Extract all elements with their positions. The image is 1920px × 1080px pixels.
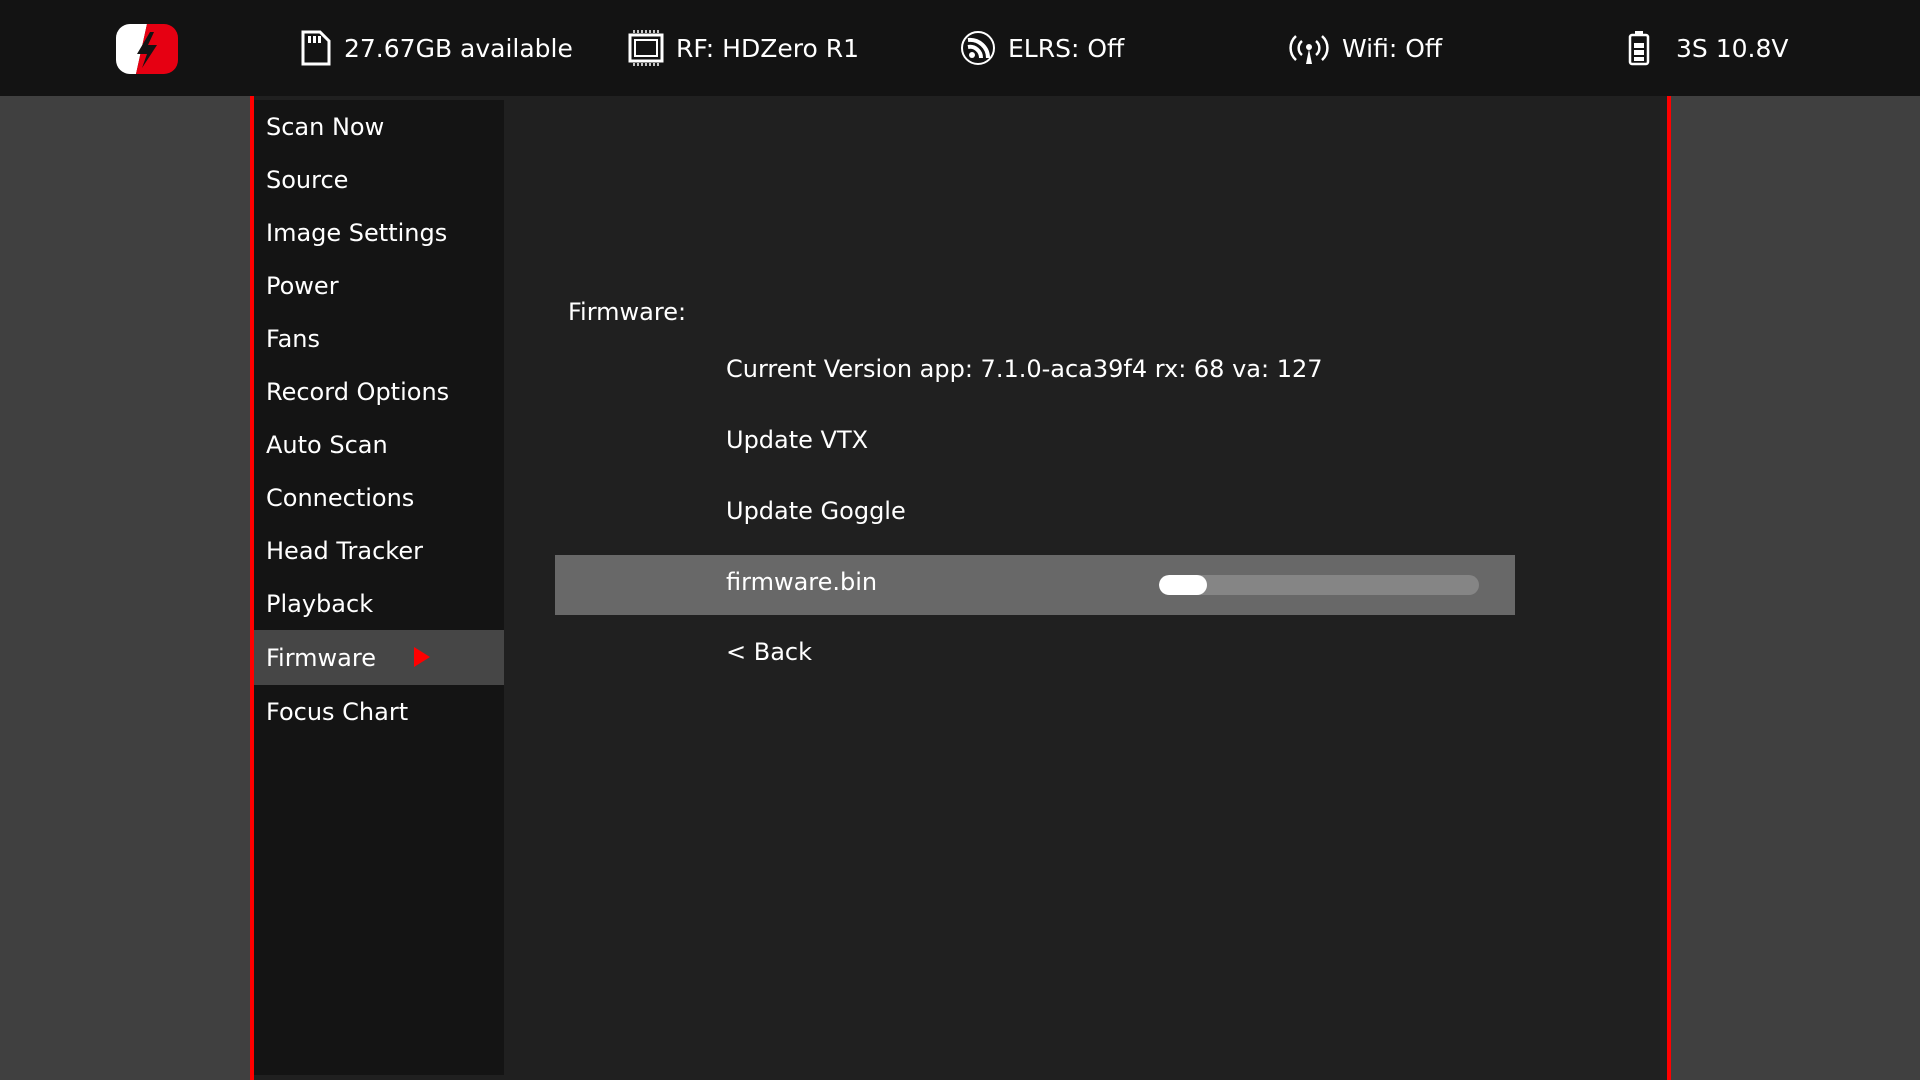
hdzero-logo (116, 24, 178, 74)
rf-status: RF: HDZero R1 (628, 28, 859, 68)
elrs-text: ELRS: Off (1008, 33, 1125, 63)
elrs-icon (961, 31, 995, 65)
sidebar-item-label: Focus Chart (266, 697, 409, 726)
storage-text: 27.67GB available (344, 33, 573, 63)
sidebar-item-source[interactable]: Source (254, 153, 504, 206)
wifi-status: Wifi: Off (1288, 28, 1442, 68)
sidebar-item-label: Scan Now (266, 112, 385, 141)
sidebar-item-label: Auto Scan (266, 430, 388, 459)
sidebar-item-playback[interactable]: Playback (254, 577, 504, 630)
chip-icon (628, 30, 664, 66)
back-button[interactable]: < Back (726, 632, 812, 672)
sidebar-item-label: Image Settings (266, 218, 448, 247)
sidebar-menu: Scan Now Source Image Settings Power Fan… (254, 100, 504, 1075)
sidebar-item-scan-now[interactable]: Scan Now (254, 100, 504, 153)
sd-card-icon (301, 30, 331, 66)
sidebar-item-record-options[interactable]: Record Options (254, 365, 504, 418)
sidebar-item-label: Connections (266, 483, 415, 512)
sidebar-item-label: Fans (266, 324, 321, 353)
battery-status: 3S 10.8V (1628, 28, 1789, 68)
sidebar-item-label: Power (266, 271, 339, 300)
firmware-progress-bar (1159, 575, 1479, 595)
firmware-file-name: firmware.bin (726, 568, 878, 596)
update-vtx-button[interactable]: Update VTX (726, 420, 868, 460)
selected-arrow-icon (414, 647, 430, 667)
rf-text: RF: HDZero R1 (676, 33, 859, 63)
update-goggle-button[interactable]: Update Goggle (726, 491, 906, 531)
sidebar-item-image-settings[interactable]: Image Settings (254, 206, 504, 259)
battery-icon (1628, 31, 1650, 66)
right-border-accent (1667, 96, 1671, 1080)
current-version-text: Current Version app: 7.1.0-aca39f4 rx: 6… (726, 355, 1323, 383)
sidebar-item-label: Record Options (266, 377, 450, 406)
sidebar-item-focus-chart[interactable]: Focus Chart (254, 685, 504, 738)
storage-status: 27.67GB available (300, 28, 573, 68)
sidebar-item-fans[interactable]: Fans (254, 312, 504, 365)
status-bar: 27.67GB available RF: HDZero R1 ELRS: Of… (0, 0, 1920, 96)
firmware-progress-fill (1159, 575, 1207, 595)
sidebar-item-auto-scan[interactable]: Auto Scan (254, 418, 504, 471)
sidebar-item-label: Head Tracker (266, 536, 423, 565)
wifi-text: Wifi: Off (1342, 33, 1443, 63)
sidebar-item-power[interactable]: Power (254, 259, 504, 312)
sidebar-item-connections[interactable]: Connections (254, 471, 504, 524)
sidebar-item-label: Playback (266, 589, 374, 618)
elrs-status: ELRS: Off (960, 28, 1124, 68)
battery-text: 3S 10.8V (1676, 33, 1789, 63)
sidebar-item-label: Source (266, 165, 349, 194)
wifi-antenna-icon (1289, 35, 1329, 64)
sidebar-item-head-tracker[interactable]: Head Tracker (254, 524, 504, 577)
sidebar-item-label: Firmware (266, 643, 376, 672)
sidebar-item-firmware[interactable]: Firmware (254, 630, 504, 685)
page-title: Firmware: (568, 298, 687, 326)
